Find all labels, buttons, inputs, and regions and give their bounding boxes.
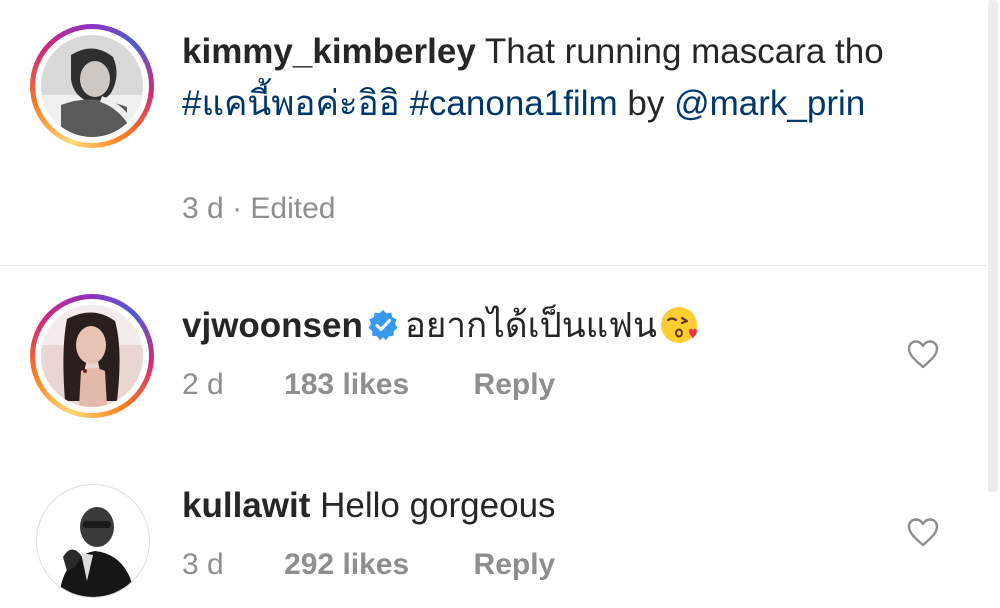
edited-label: Edited bbox=[250, 192, 336, 225]
comment-avatar-photo bbox=[37, 485, 149, 597]
caption-avatar[interactable] bbox=[30, 24, 154, 148]
meta-separator: · bbox=[232, 192, 243, 225]
comment-time: 2 d bbox=[182, 368, 224, 401]
comment-text: kullawit Hello gorgeous bbox=[182, 480, 902, 532]
comment-text: vjwoonsen อยากได้เป็นแฟน bbox=[182, 300, 902, 352]
post-caption: kimmy_kimberley That running mascara tho… bbox=[0, 0, 986, 266]
comment-meta: 3 d 292 likes Reply bbox=[182, 548, 555, 582]
caption-username[interactable]: kimmy_kimberley bbox=[182, 32, 476, 71]
scrollbar[interactable] bbox=[988, 0, 998, 492]
heart-icon[interactable] bbox=[906, 338, 940, 370]
kissing-heart-emoji-icon bbox=[660, 306, 697, 343]
likes-count[interactable]: 292 likes bbox=[284, 548, 409, 581]
comment-username[interactable]: kullawit bbox=[182, 486, 310, 525]
reply-button[interactable]: Reply bbox=[474, 368, 556, 401]
comments-screen: kimmy_kimberley That running mascara tho… bbox=[0, 0, 1000, 608]
caption-avatar-photo bbox=[41, 35, 143, 137]
comment-avatar[interactable] bbox=[30, 294, 154, 418]
caption-text: kimmy_kimberley That running mascara tho… bbox=[182, 26, 902, 130]
mention-link[interactable]: @mark_prin bbox=[674, 84, 865, 123]
hashtag-link[interactable]: #canona1film bbox=[409, 84, 617, 123]
comment-avatar[interactable] bbox=[36, 484, 150, 598]
likes-count[interactable]: 183 likes bbox=[284, 368, 409, 401]
verified-badge-icon bbox=[368, 309, 398, 340]
caption-time: 3 d bbox=[182, 192, 224, 225]
caption-body: That running mascara tho bbox=[484, 32, 884, 71]
caption-meta: 3 d · Edited bbox=[182, 192, 335, 226]
reply-button[interactable]: Reply bbox=[474, 548, 556, 581]
caption-body: by bbox=[627, 84, 665, 123]
comment-username[interactable]: vjwoonsen bbox=[182, 306, 363, 345]
comment-body: อยากได้เป็นแฟน bbox=[404, 306, 657, 345]
divider bbox=[0, 265, 986, 266]
comment-meta: 2 d 183 likes Reply bbox=[182, 368, 555, 402]
comment-body: Hello gorgeous bbox=[320, 486, 556, 525]
heart-icon[interactable] bbox=[906, 516, 940, 548]
comment-time: 3 d bbox=[182, 548, 224, 581]
comment-avatar-photo bbox=[41, 305, 143, 407]
hashtag-link[interactable]: #แคนี้พอค่ะอิอิ bbox=[182, 84, 400, 123]
